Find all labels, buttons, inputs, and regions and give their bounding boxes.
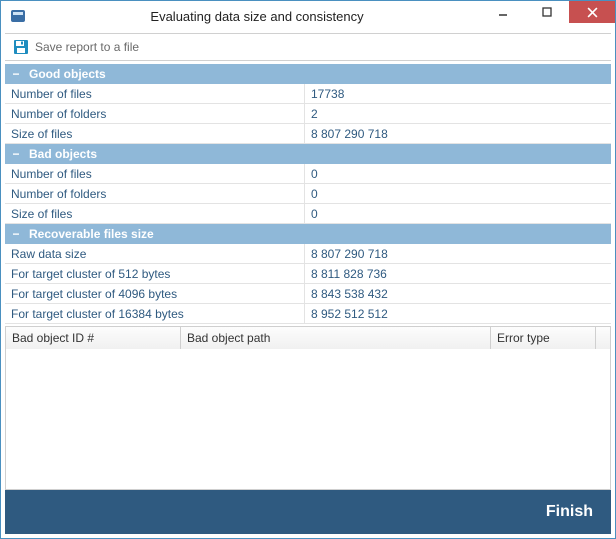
column-header-spacer xyxy=(596,327,610,349)
window-title: Evaluating data size and consistency xyxy=(33,9,481,24)
row-recov-512: For target cluster of 512 bytes 8 811 82… xyxy=(5,264,611,284)
value: 0 xyxy=(305,204,611,223)
column-header-id[interactable]: Bad object ID # xyxy=(6,327,181,349)
row-bad-num-files: Number of files 0 xyxy=(5,164,611,184)
collapse-icon[interactable]: − xyxy=(11,67,21,81)
row-good-num-folders: Number of folders 2 xyxy=(5,104,611,124)
row-good-num-files: Number of files 17738 xyxy=(5,84,611,104)
label: For target cluster of 512 bytes xyxy=(5,264,305,283)
save-icon xyxy=(13,39,29,55)
minimize-button[interactable] xyxy=(481,1,525,23)
label: Raw data size xyxy=(5,244,305,263)
value: 8 811 828 736 xyxy=(305,264,611,283)
grid-header: Bad object ID # Bad object path Error ty… xyxy=(6,327,610,349)
section-header-recoverable[interactable]: − Recoverable files size xyxy=(5,224,611,244)
dialog-window: Evaluating data size and consistency xyxy=(0,0,616,539)
bad-objects-grid: Bad object ID # Bad object path Error ty… xyxy=(5,326,611,490)
save-report-button[interactable]: Save report to a file xyxy=(9,37,143,57)
section-title: Bad objects xyxy=(29,147,97,161)
value: 0 xyxy=(305,164,611,183)
value: 0 xyxy=(305,184,611,203)
label: Number of files xyxy=(5,164,305,183)
section-title: Good objects xyxy=(29,67,106,81)
window-buttons xyxy=(481,1,615,23)
grid-body[interactable] xyxy=(6,349,610,489)
value: 8 843 538 432 xyxy=(305,284,611,303)
section-title: Recoverable files size xyxy=(29,227,154,241)
collapse-icon[interactable]: − xyxy=(11,147,21,161)
label: Size of files xyxy=(5,124,305,143)
label: Number of files xyxy=(5,84,305,103)
value: 17738 xyxy=(305,84,611,103)
save-report-label: Save report to a file xyxy=(35,40,139,54)
value: 8 807 290 718 xyxy=(305,244,611,263)
app-icon xyxy=(9,7,27,25)
row-recov-4096: For target cluster of 4096 bytes 8 843 5… xyxy=(5,284,611,304)
section-header-good[interactable]: − Good objects xyxy=(5,64,611,84)
title-bar: Evaluating data size and consistency xyxy=(1,1,615,31)
label: For target cluster of 4096 bytes xyxy=(5,284,305,303)
finish-button[interactable]: Finish xyxy=(546,503,593,521)
value: 2 xyxy=(305,104,611,123)
row-bad-num-folders: Number of folders 0 xyxy=(5,184,611,204)
row-recov-raw: Raw data size 8 807 290 718 xyxy=(5,244,611,264)
footer-bar: Finish xyxy=(5,490,611,534)
close-button[interactable] xyxy=(569,1,615,23)
label: Number of folders xyxy=(5,104,305,123)
column-header-path[interactable]: Bad object path xyxy=(181,327,491,349)
section-header-bad[interactable]: − Bad objects xyxy=(5,144,611,164)
label: Number of folders xyxy=(5,184,305,203)
value: 8 952 512 512 xyxy=(305,304,611,323)
row-good-size-files: Size of files 8 807 290 718 xyxy=(5,124,611,144)
row-bad-size-files: Size of files 0 xyxy=(5,204,611,224)
label: Size of files xyxy=(5,204,305,223)
value: 8 807 290 718 xyxy=(305,124,611,143)
column-header-error[interactable]: Error type xyxy=(491,327,596,349)
maximize-button[interactable] xyxy=(525,1,569,23)
collapse-icon[interactable]: − xyxy=(11,227,21,241)
toolbar: Save report to a file xyxy=(5,33,611,61)
content-area: − Good objects Number of files 17738 Num… xyxy=(5,64,611,490)
label: For target cluster of 16384 bytes xyxy=(5,304,305,323)
row-recov-16384: For target cluster of 16384 bytes 8 952 … xyxy=(5,304,611,324)
